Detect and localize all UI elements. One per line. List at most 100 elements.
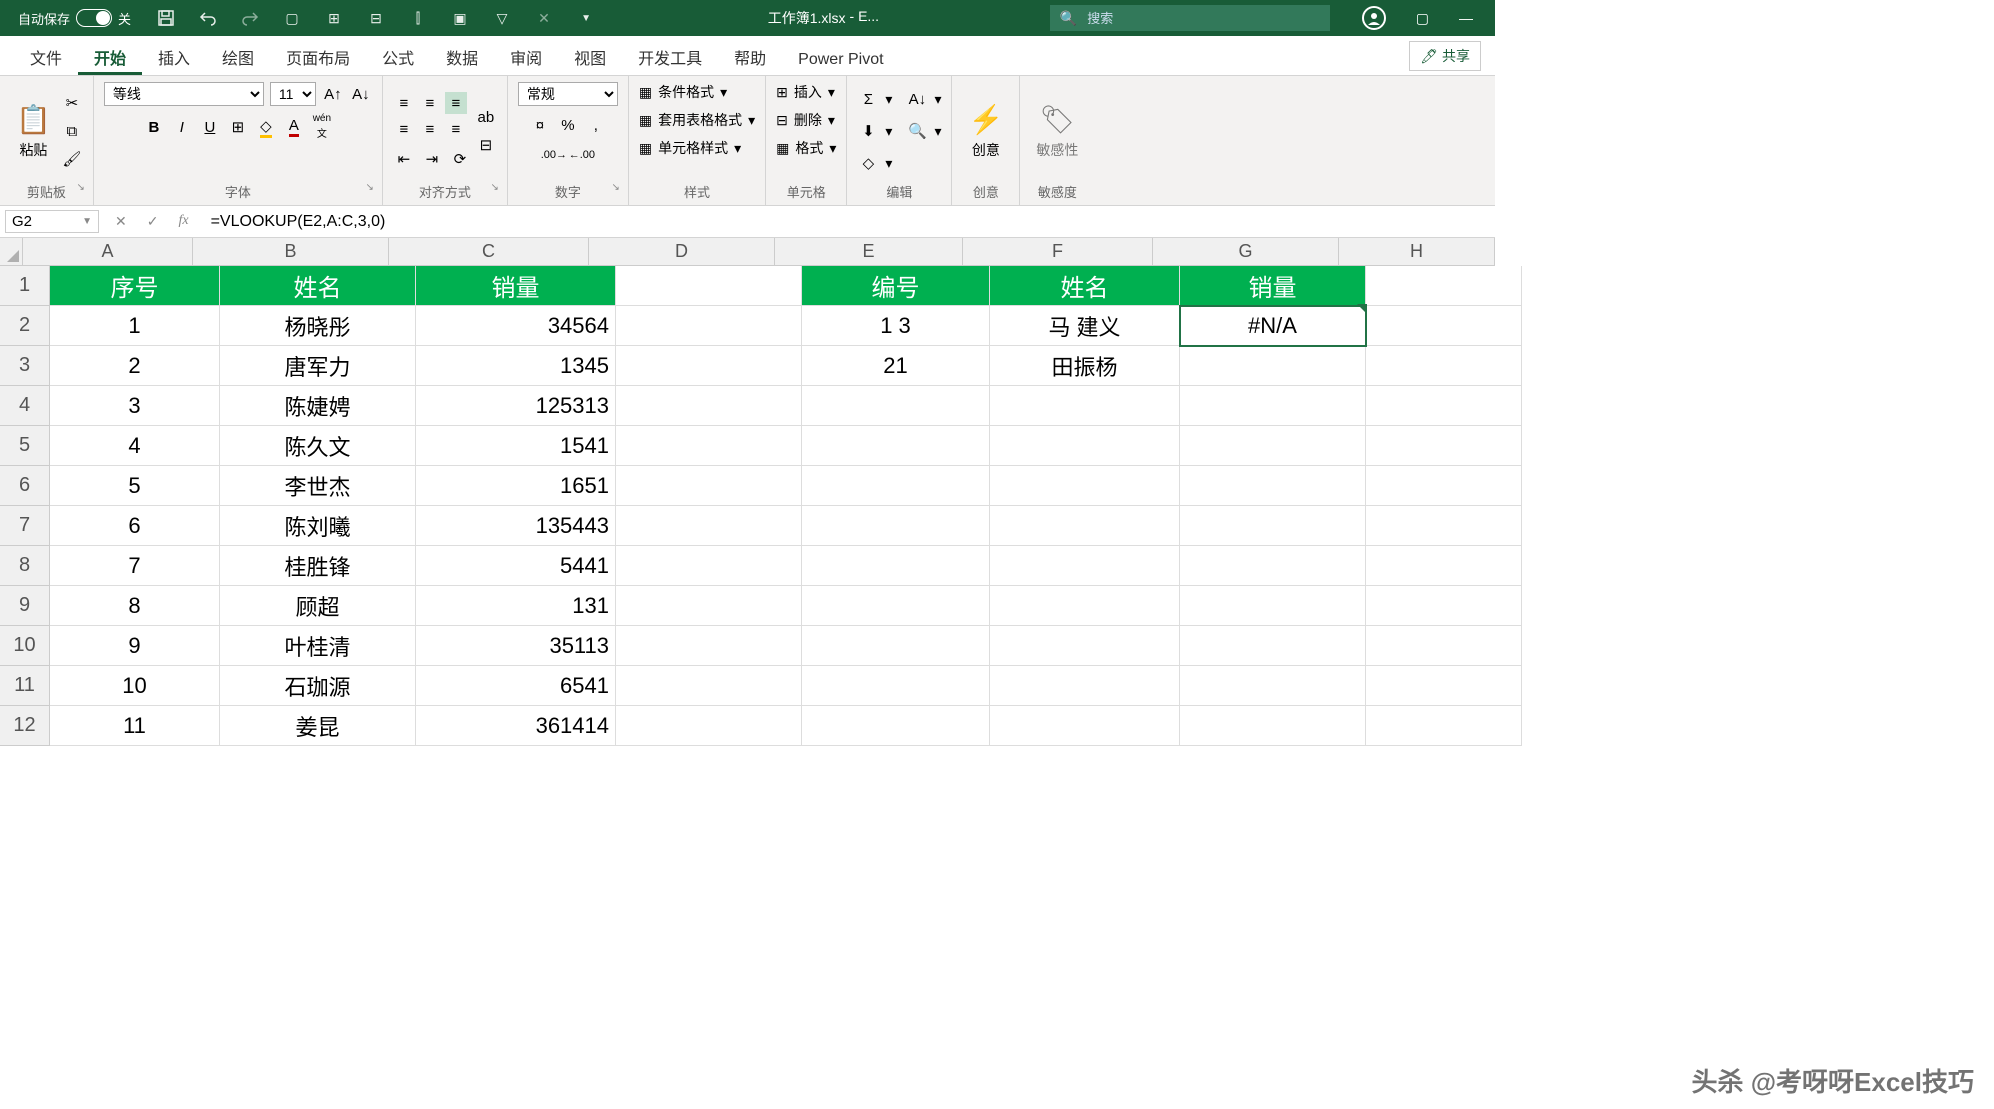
column-header-C[interactable]: C — [389, 238, 589, 266]
cell-E11[interactable] — [802, 666, 990, 706]
cell-H11[interactable] — [1366, 666, 1522, 706]
autosum-icon[interactable]: Σ — [857, 88, 879, 110]
find-icon[interactable]: 🔍 — [906, 120, 928, 142]
cell-E7[interactable] — [802, 506, 990, 546]
number-format-select[interactable]: 常规 — [518, 82, 618, 106]
qat-icon-5[interactable]: ▣ — [449, 7, 471, 29]
align-top-icon[interactable]: ≡ — [393, 92, 415, 114]
cell-F2[interactable]: 马 建义 — [990, 306, 1180, 346]
increase-indent-icon[interactable]: ⇥ — [421, 148, 443, 170]
percent-icon[interactable]: % — [557, 114, 579, 136]
cell-A1[interactable]: 序号 — [50, 266, 220, 306]
column-header-G[interactable]: G — [1153, 238, 1339, 266]
cell-B11[interactable]: 石珈源 — [220, 666, 416, 706]
tab-review[interactable]: 审阅 — [494, 37, 558, 75]
cell-A4[interactable]: 3 — [50, 386, 220, 426]
cell-H6[interactable] — [1366, 466, 1522, 506]
font-size-select[interactable]: 11 — [270, 82, 316, 106]
cell-C10[interactable]: 35113 — [416, 626, 616, 666]
cell-F12[interactable] — [990, 706, 1180, 746]
qat-more-icon[interactable]: ▼ — [575, 7, 597, 29]
cell-D11[interactable] — [616, 666, 802, 706]
cell-F7[interactable] — [990, 506, 1180, 546]
cell-F6[interactable] — [990, 466, 1180, 506]
column-header-E[interactable]: E — [775, 238, 963, 266]
cell-B2[interactable]: 杨晓彤 — [220, 306, 416, 346]
name-box[interactable]: G2▼ — [5, 210, 99, 233]
qat-icon-4[interactable]: ⫿ — [407, 7, 429, 29]
cell-A11[interactable]: 10 — [50, 666, 220, 706]
cell-F9[interactable] — [990, 586, 1180, 626]
cell-C4[interactable]: 125313 — [416, 386, 616, 426]
cell-H1[interactable] — [1366, 266, 1522, 306]
cancel-formula-icon[interactable]: ✕ — [115, 213, 127, 230]
align-bottom-icon[interactable]: ≡ — [445, 92, 467, 114]
row-header[interactable]: 5 — [0, 426, 50, 466]
font-name-select[interactable]: 等线 — [104, 82, 264, 106]
insert-cells-button[interactable]: ⊞插入 ▾ — [776, 82, 835, 102]
cell-D6[interactable] — [616, 466, 802, 506]
qat-icon-6[interactable]: ✕ — [533, 7, 555, 29]
cell-H3[interactable] — [1366, 346, 1522, 386]
dialog-launcher-icon[interactable]: ↘ — [365, 182, 373, 193]
redo-icon[interactable] — [239, 7, 261, 29]
cell-D10[interactable] — [616, 626, 802, 666]
ribbon-display-icon[interactable]: ▢ — [1416, 10, 1429, 27]
row-header[interactable]: 1 — [0, 266, 50, 306]
row-header[interactable]: 2 — [0, 306, 50, 346]
cell-C11[interactable]: 6541 — [416, 666, 616, 706]
cell-B5[interactable]: 陈久文 — [220, 426, 416, 466]
account-icon[interactable] — [1362, 6, 1386, 30]
cell-B4[interactable]: 陈婕娉 — [220, 386, 416, 426]
tab-home[interactable]: 开始 — [78, 37, 142, 75]
undo-icon[interactable] — [197, 7, 219, 29]
accept-formula-icon[interactable]: ✓ — [147, 213, 159, 230]
cell-H12[interactable] — [1366, 706, 1522, 746]
paste-button[interactable]: 📋 粘贴 — [10, 99, 57, 164]
cell-C8[interactable]: 5441 — [416, 546, 616, 586]
tab-insert[interactable]: 插入 — [142, 37, 206, 75]
filter-icon[interactable]: ▽ — [491, 7, 513, 29]
row-header[interactable]: 8 — [0, 546, 50, 586]
cell-B1[interactable]: 姓名 — [220, 266, 416, 306]
cell-A8[interactable]: 7 — [50, 546, 220, 586]
border-icon[interactable]: ⊞ — [227, 116, 249, 138]
cell-E1[interactable]: 编号 — [802, 266, 990, 306]
qat-icon-1[interactable]: ▢ — [281, 7, 303, 29]
search-box[interactable]: 🔍 — [1050, 5, 1330, 31]
dialog-launcher-icon[interactable]: ↘ — [611, 182, 619, 193]
search-input[interactable] — [1087, 11, 1320, 26]
orientation-icon[interactable]: ⟳ — [449, 148, 471, 170]
cell-A9[interactable]: 8 — [50, 586, 220, 626]
cell-D8[interactable] — [616, 546, 802, 586]
decrease-indent-icon[interactable]: ⇤ — [393, 148, 415, 170]
cell-E2[interactable]: 1 3 — [802, 306, 990, 346]
cell-B9[interactable]: 顾超 — [220, 586, 416, 626]
cell-F5[interactable] — [990, 426, 1180, 466]
tab-help[interactable]: 帮助 — [718, 37, 782, 75]
cell-A3[interactable]: 2 — [50, 346, 220, 386]
cell-G12[interactable] — [1180, 706, 1366, 746]
cell-A7[interactable]: 6 — [50, 506, 220, 546]
cell-F3[interactable]: 田振杨 — [990, 346, 1180, 386]
column-header-H[interactable]: H — [1339, 238, 1495, 266]
cell-F10[interactable] — [990, 626, 1180, 666]
cell-G8[interactable] — [1180, 546, 1366, 586]
italic-button[interactable]: I — [171, 116, 193, 138]
tab-draw[interactable]: 绘图 — [206, 37, 270, 75]
decrease-font-icon[interactable]: A↓ — [350, 83, 372, 105]
cell-D7[interactable] — [616, 506, 802, 546]
cell-E12[interactable] — [802, 706, 990, 746]
cell-E6[interactable] — [802, 466, 990, 506]
qat-icon-3[interactable]: ⊟ — [365, 7, 387, 29]
cell-D4[interactable] — [616, 386, 802, 426]
row-header[interactable]: 9 — [0, 586, 50, 626]
select-all-corner[interactable] — [0, 238, 23, 266]
cell-F4[interactable] — [990, 386, 1180, 426]
cell-H5[interactable] — [1366, 426, 1522, 466]
fx-icon[interactable]: fx — [178, 213, 188, 230]
cell-G3[interactable] — [1180, 346, 1366, 386]
row-header[interactable]: 11 — [0, 666, 50, 706]
cell-A6[interactable]: 5 — [50, 466, 220, 506]
align-middle-icon[interactable]: ≡ — [419, 92, 441, 114]
